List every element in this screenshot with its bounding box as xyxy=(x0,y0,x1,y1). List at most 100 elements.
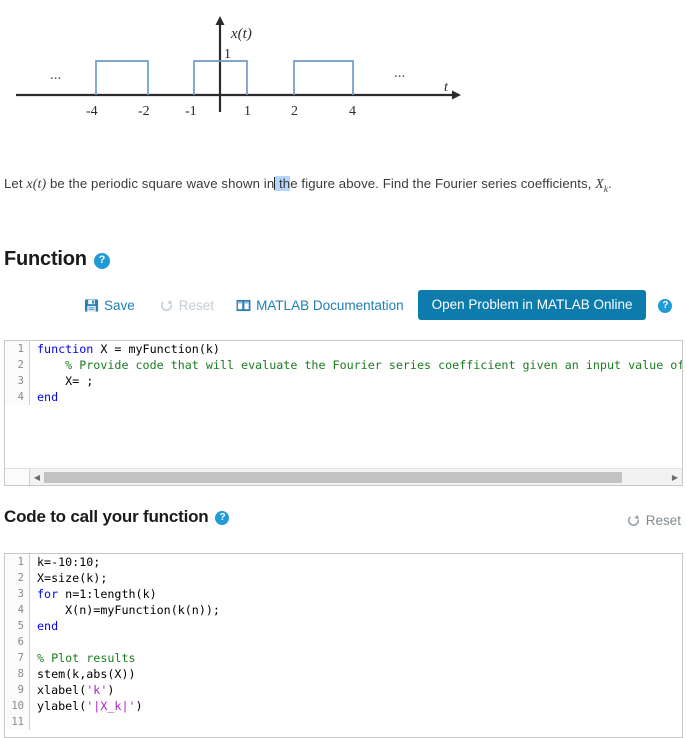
code-text[interactable]: end xyxy=(30,618,58,634)
x-tick-label-4: 4 xyxy=(349,104,356,119)
line-number: 5 xyxy=(5,618,30,634)
help-icon-open-online[interactable]: ? xyxy=(658,299,673,313)
code-line[interactable]: 4 X(n)=myFunction(k(n)); xyxy=(5,602,682,618)
problem-statement: Let x(t) be the periodic square wave sho… xyxy=(4,176,612,194)
code-line[interactable]: 2 X=size(k); xyxy=(5,570,682,586)
code-line[interactable]: 7 % Plot results xyxy=(5,650,682,666)
code-text[interactable]: % Plot results xyxy=(30,650,136,666)
code-text[interactable]: function X = myFunction(k) xyxy=(30,341,220,357)
open-problem-in-matlab-online-button[interactable]: Open Problem in MATLAB Online xyxy=(417,290,647,320)
save-button[interactable]: Save xyxy=(84,298,135,313)
line-number: 10 xyxy=(5,698,30,714)
y-axis-label: x(t) xyxy=(230,26,252,42)
caller-code-area[interactable]: 1 k=-10:10; 2 X=size(k); 3 for n=1:length(k) 4… xyxy=(5,554,682,737)
line-number: 11 xyxy=(5,714,30,730)
x-axis-arrow xyxy=(452,90,461,100)
function-editor-horizontal-scrollbar[interactable]: ◀ ▶ xyxy=(5,468,682,485)
reset-caller-button[interactable]: Reset xyxy=(626,513,681,528)
reset-function-label: Reset xyxy=(178,297,215,313)
code-text[interactable]: X=size(k); xyxy=(30,570,107,586)
problem-text-end: . xyxy=(607,176,612,191)
code-token: n=1:length(k) xyxy=(58,587,157,601)
problem-variable: x(t) xyxy=(26,177,47,192)
refresh-icon xyxy=(159,298,174,313)
caller-code-lines: 1 k=-10:10; 2 X=size(k); 3 for n=1:length(k) 4… xyxy=(5,554,682,730)
help-icon-caller[interactable]: ? xyxy=(215,511,230,525)
x-tick-label-neg4: -4 xyxy=(86,104,98,119)
code-token: ) xyxy=(135,699,143,713)
line-number: 8 xyxy=(5,666,30,682)
reset-caller-label: Reset xyxy=(645,513,681,528)
code-line[interactable]: 6 xyxy=(5,634,682,650)
function-section-heading: Function ? xyxy=(4,248,110,271)
code-text[interactable]: end xyxy=(30,389,58,405)
x-axis-label: t xyxy=(444,80,449,95)
x-tick-label-neg2: -2 xyxy=(138,104,150,119)
amplitude-label: 1 xyxy=(224,47,231,62)
code-text[interactable] xyxy=(30,714,37,730)
line-number: 3 xyxy=(5,373,30,389)
square-wave-svg: x(t) t 1 ... ... -4 -2 -1 1 2 4 xyxy=(16,16,461,119)
code-token: '|X_k|' xyxy=(86,699,136,713)
code-token: ) xyxy=(107,683,115,697)
code-line[interactable]: 1 k=-10:10; xyxy=(5,554,682,570)
code-token: for xyxy=(37,587,59,601)
code-line[interactable]: 4 end xyxy=(5,389,682,405)
code-text[interactable]: for n=1:length(k) xyxy=(30,586,157,602)
pulse-right xyxy=(293,60,354,95)
scroll-left-arrow-icon[interactable]: ◀ xyxy=(30,469,44,486)
ellipsis-left: ... xyxy=(50,67,61,83)
code-text[interactable]: ylabel('|X_k|') xyxy=(30,698,143,714)
text-selection-highlight[interactable]: th xyxy=(275,176,291,191)
function-code-editor[interactable]: 1 function X = myFunction(k) 2 % Provide c… xyxy=(4,340,683,486)
function-code-area[interactable]: 1 function X = myFunction(k) 2 % Provide c… xyxy=(5,341,682,458)
line-number: 1 xyxy=(5,341,30,357)
code-line[interactable]: 8 stem(k,abs(X)) xyxy=(5,666,682,682)
code-token: X=size(k); xyxy=(37,571,108,585)
function-code-lines: 1 function X = myFunction(k) 2 % Provide c… xyxy=(5,341,682,405)
problem-text-lead: Let xyxy=(4,176,27,191)
code-line[interactable]: 1 function X = myFunction(k) xyxy=(5,341,682,357)
code-text[interactable]: X(n)=myFunction(k(n)); xyxy=(30,602,220,618)
code-text[interactable] xyxy=(30,634,37,650)
code-line[interactable]: 9 xlabel('k') xyxy=(5,682,682,698)
scrollbar-track[interactable]: ◀ ▶ xyxy=(30,468,682,486)
code-line[interactable]: 5 end xyxy=(5,618,682,634)
reset-function-button[interactable]: Reset xyxy=(159,298,214,313)
code-line[interactable]: 3 for n=1:length(k) xyxy=(5,586,682,602)
code-token: k=-10:10; xyxy=(37,555,101,569)
code-token: xlabel( xyxy=(37,683,87,697)
matlab-documentation-link[interactable]: MATLAB Documentation xyxy=(236,298,404,313)
caller-code-editor[interactable]: 1 k=-10:10; 2 X=size(k); 3 for n=1:length(k) 4… xyxy=(4,553,683,738)
code-line[interactable]: 10 ylabel('|X_k|') xyxy=(5,698,682,714)
x-tick-label-neg1: -1 xyxy=(185,104,197,119)
scrollbar-thumb[interactable] xyxy=(44,471,622,483)
code-token: % Plot results xyxy=(37,651,136,665)
floppy-disk-icon xyxy=(84,298,99,313)
line-number: 1 xyxy=(5,554,30,570)
refresh-icon xyxy=(626,513,641,528)
line-number: 4 xyxy=(5,602,30,618)
line-number: 2 xyxy=(5,570,30,586)
x-tick-label-2: 2 xyxy=(291,104,298,119)
code-token: function xyxy=(37,342,94,356)
code-text[interactable]: stem(k,abs(X)) xyxy=(30,666,136,682)
line-number: 9 xyxy=(5,682,30,698)
code-text[interactable]: k=-10:10; xyxy=(30,554,100,570)
square-wave-figure: x(t) t 1 ... ... -4 -2 -1 1 2 4 xyxy=(0,0,687,150)
caller-section-heading: Code to call your function ? xyxy=(4,507,230,527)
code-text[interactable]: X= ; xyxy=(30,373,93,389)
code-text[interactable]: % Provide code that will evaluate the Fo… xyxy=(30,357,682,373)
code-token: end xyxy=(37,619,59,633)
code-text[interactable]: xlabel('k') xyxy=(30,682,114,698)
code-line[interactable]: 2 % Provide code that will evaluate the … xyxy=(5,357,682,373)
function-section-title: Function xyxy=(4,248,87,270)
help-icon-function[interactable]: ? xyxy=(93,252,110,269)
code-line[interactable]: 11 xyxy=(5,714,682,730)
ellipsis-right: ... xyxy=(394,65,405,81)
code-token: ylabel( xyxy=(37,699,87,713)
code-token: X= ; xyxy=(37,374,94,388)
code-line[interactable]: 3 X= ; xyxy=(5,373,682,389)
scroll-right-arrow-icon[interactable]: ▶ xyxy=(668,469,682,486)
line-number: 6 xyxy=(5,634,30,650)
